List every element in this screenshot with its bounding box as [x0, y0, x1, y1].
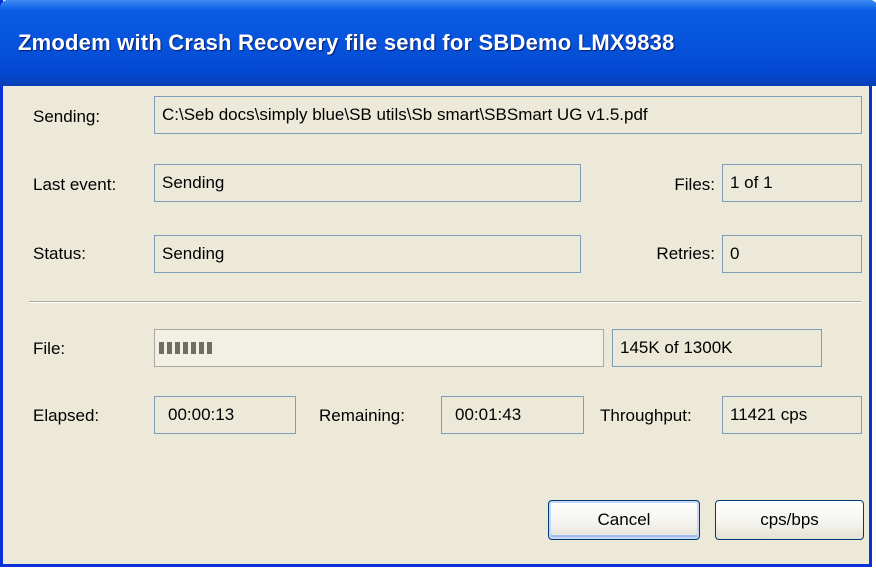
last-event-field: Sending: [154, 164, 581, 202]
file-label: File:: [33, 339, 66, 358]
files-label: Files:: [674, 175, 715, 194]
last-event-label: Last event:: [33, 175, 117, 194]
file-progress-fill: [159, 342, 212, 354]
status-label: Status:: [33, 244, 86, 263]
zmodem-dialog: Zmodem with Crash Recovery file send for…: [0, 0, 876, 567]
last-event-value: Sending: [162, 173, 225, 192]
file-size-value: 145K of 1300K: [620, 338, 733, 357]
retries-field: 0: [722, 235, 862, 273]
dialog-body: Sending: C:\Seb docs\simply blue\SB util…: [3, 86, 869, 567]
throughput-value: 11421 cps: [730, 405, 808, 424]
throughput-field: 11421 cps: [722, 396, 862, 434]
elapsed-value: 00:00:13: [168, 405, 235, 424]
files-value: 1 of 1: [730, 173, 773, 192]
sending-path-value: C:\Seb docs\simply blue\SB utils\Sb smar…: [162, 105, 648, 124]
status-value: Sending: [162, 244, 225, 263]
retries-value: 0: [730, 244, 740, 263]
files-field: 1 of 1: [722, 164, 862, 202]
sending-label: Sending:: [33, 107, 101, 126]
section-divider: [29, 301, 861, 303]
elapsed-field: 00:00:13: [154, 396, 296, 434]
title-bar[interactable]: Zmodem with Crash Recovery file send for…: [0, 0, 876, 86]
elapsed-label: Elapsed:: [33, 406, 100, 425]
throughput-label: Throughput:: [600, 406, 692, 425]
remaining-label: Remaining:: [319, 406, 405, 425]
sending-path-field: C:\Seb docs\simply blue\SB utils\Sb smar…: [154, 96, 862, 134]
file-size-field: 145K of 1300K: [612, 329, 822, 367]
cps-bps-button[interactable]: cps/bps: [715, 500, 864, 540]
file-progress-bar: [154, 329, 604, 367]
remaining-value: 00:01:43: [455, 405, 522, 424]
cancel-button[interactable]: Cancel: [548, 500, 700, 540]
window-title: Zmodem with Crash Recovery file send for…: [18, 30, 675, 55]
remaining-field: 00:01:43: [441, 396, 584, 434]
status-field: Sending: [154, 235, 581, 273]
retries-label: Retries:: [656, 244, 715, 263]
